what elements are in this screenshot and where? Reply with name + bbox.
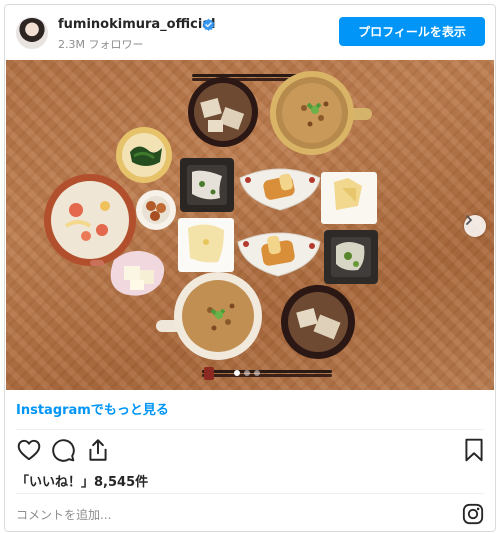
chevron-right-icon (466, 215, 473, 225)
divider (16, 493, 484, 494)
takikomi-rice-bowl-bottom (156, 272, 262, 360)
tomato-egg-soup (44, 174, 136, 266)
pickled-daikon-dish (321, 172, 377, 224)
view-more-on-instagram-link[interactable]: Instagramでもっと見る (16, 399, 169, 418)
chopstick-rest (90, 260, 104, 266)
heart-icon[interactable] (16, 437, 42, 463)
seaweed-salad-plate (324, 230, 378, 284)
avatar[interactable] (16, 17, 48, 49)
verified-badge-icon (202, 18, 215, 31)
potato-salad-dish (178, 218, 234, 272)
miso-soup-bowl-bottom (281, 285, 355, 359)
miso-soup-bowl-top (188, 77, 258, 147)
carousel-dot (234, 370, 240, 376)
grilled-fish-plate-2 (237, 232, 321, 277)
grilled-fish-plate (239, 168, 321, 211)
carousel-indicator (234, 370, 260, 376)
takikomi-rice-bowl-top (270, 71, 372, 155)
carousel-dot (254, 370, 260, 376)
view-profile-button[interactable]: プロフィールを表示 (339, 17, 485, 46)
username[interactable]: fuminokimura_official (58, 17, 216, 32)
post-image[interactable] (6, 60, 494, 390)
chopsticks-bottom (202, 367, 332, 380)
divider (16, 429, 484, 430)
carousel-next-button[interactable] (464, 215, 486, 237)
post-header: fuminokimura_official 2.3M フォロワー プロフィールを… (5, 5, 495, 59)
share-icon[interactable] (85, 437, 111, 463)
comment-input[interactable] (16, 504, 446, 526)
shirasu-plate (180, 158, 234, 212)
tofu-pink-dish (110, 250, 165, 296)
carousel-dot (244, 370, 250, 376)
action-bar (5, 435, 495, 467)
instagram-logo-icon[interactable] (462, 503, 484, 525)
instagram-embed-card: fuminokimura_official 2.3M フォロワー プロフィールを… (4, 4, 496, 532)
follower-count: 2.3M フォロワー (58, 38, 144, 51)
food-illustration (44, 71, 378, 380)
bookmark-icon[interactable] (461, 437, 487, 463)
comment-icon[interactable] (50, 437, 76, 463)
simmered-beans-dish (136, 190, 176, 230)
like-count[interactable]: 「いいね！」8,545件 (16, 471, 148, 490)
spinach-side-dish (116, 127, 172, 183)
